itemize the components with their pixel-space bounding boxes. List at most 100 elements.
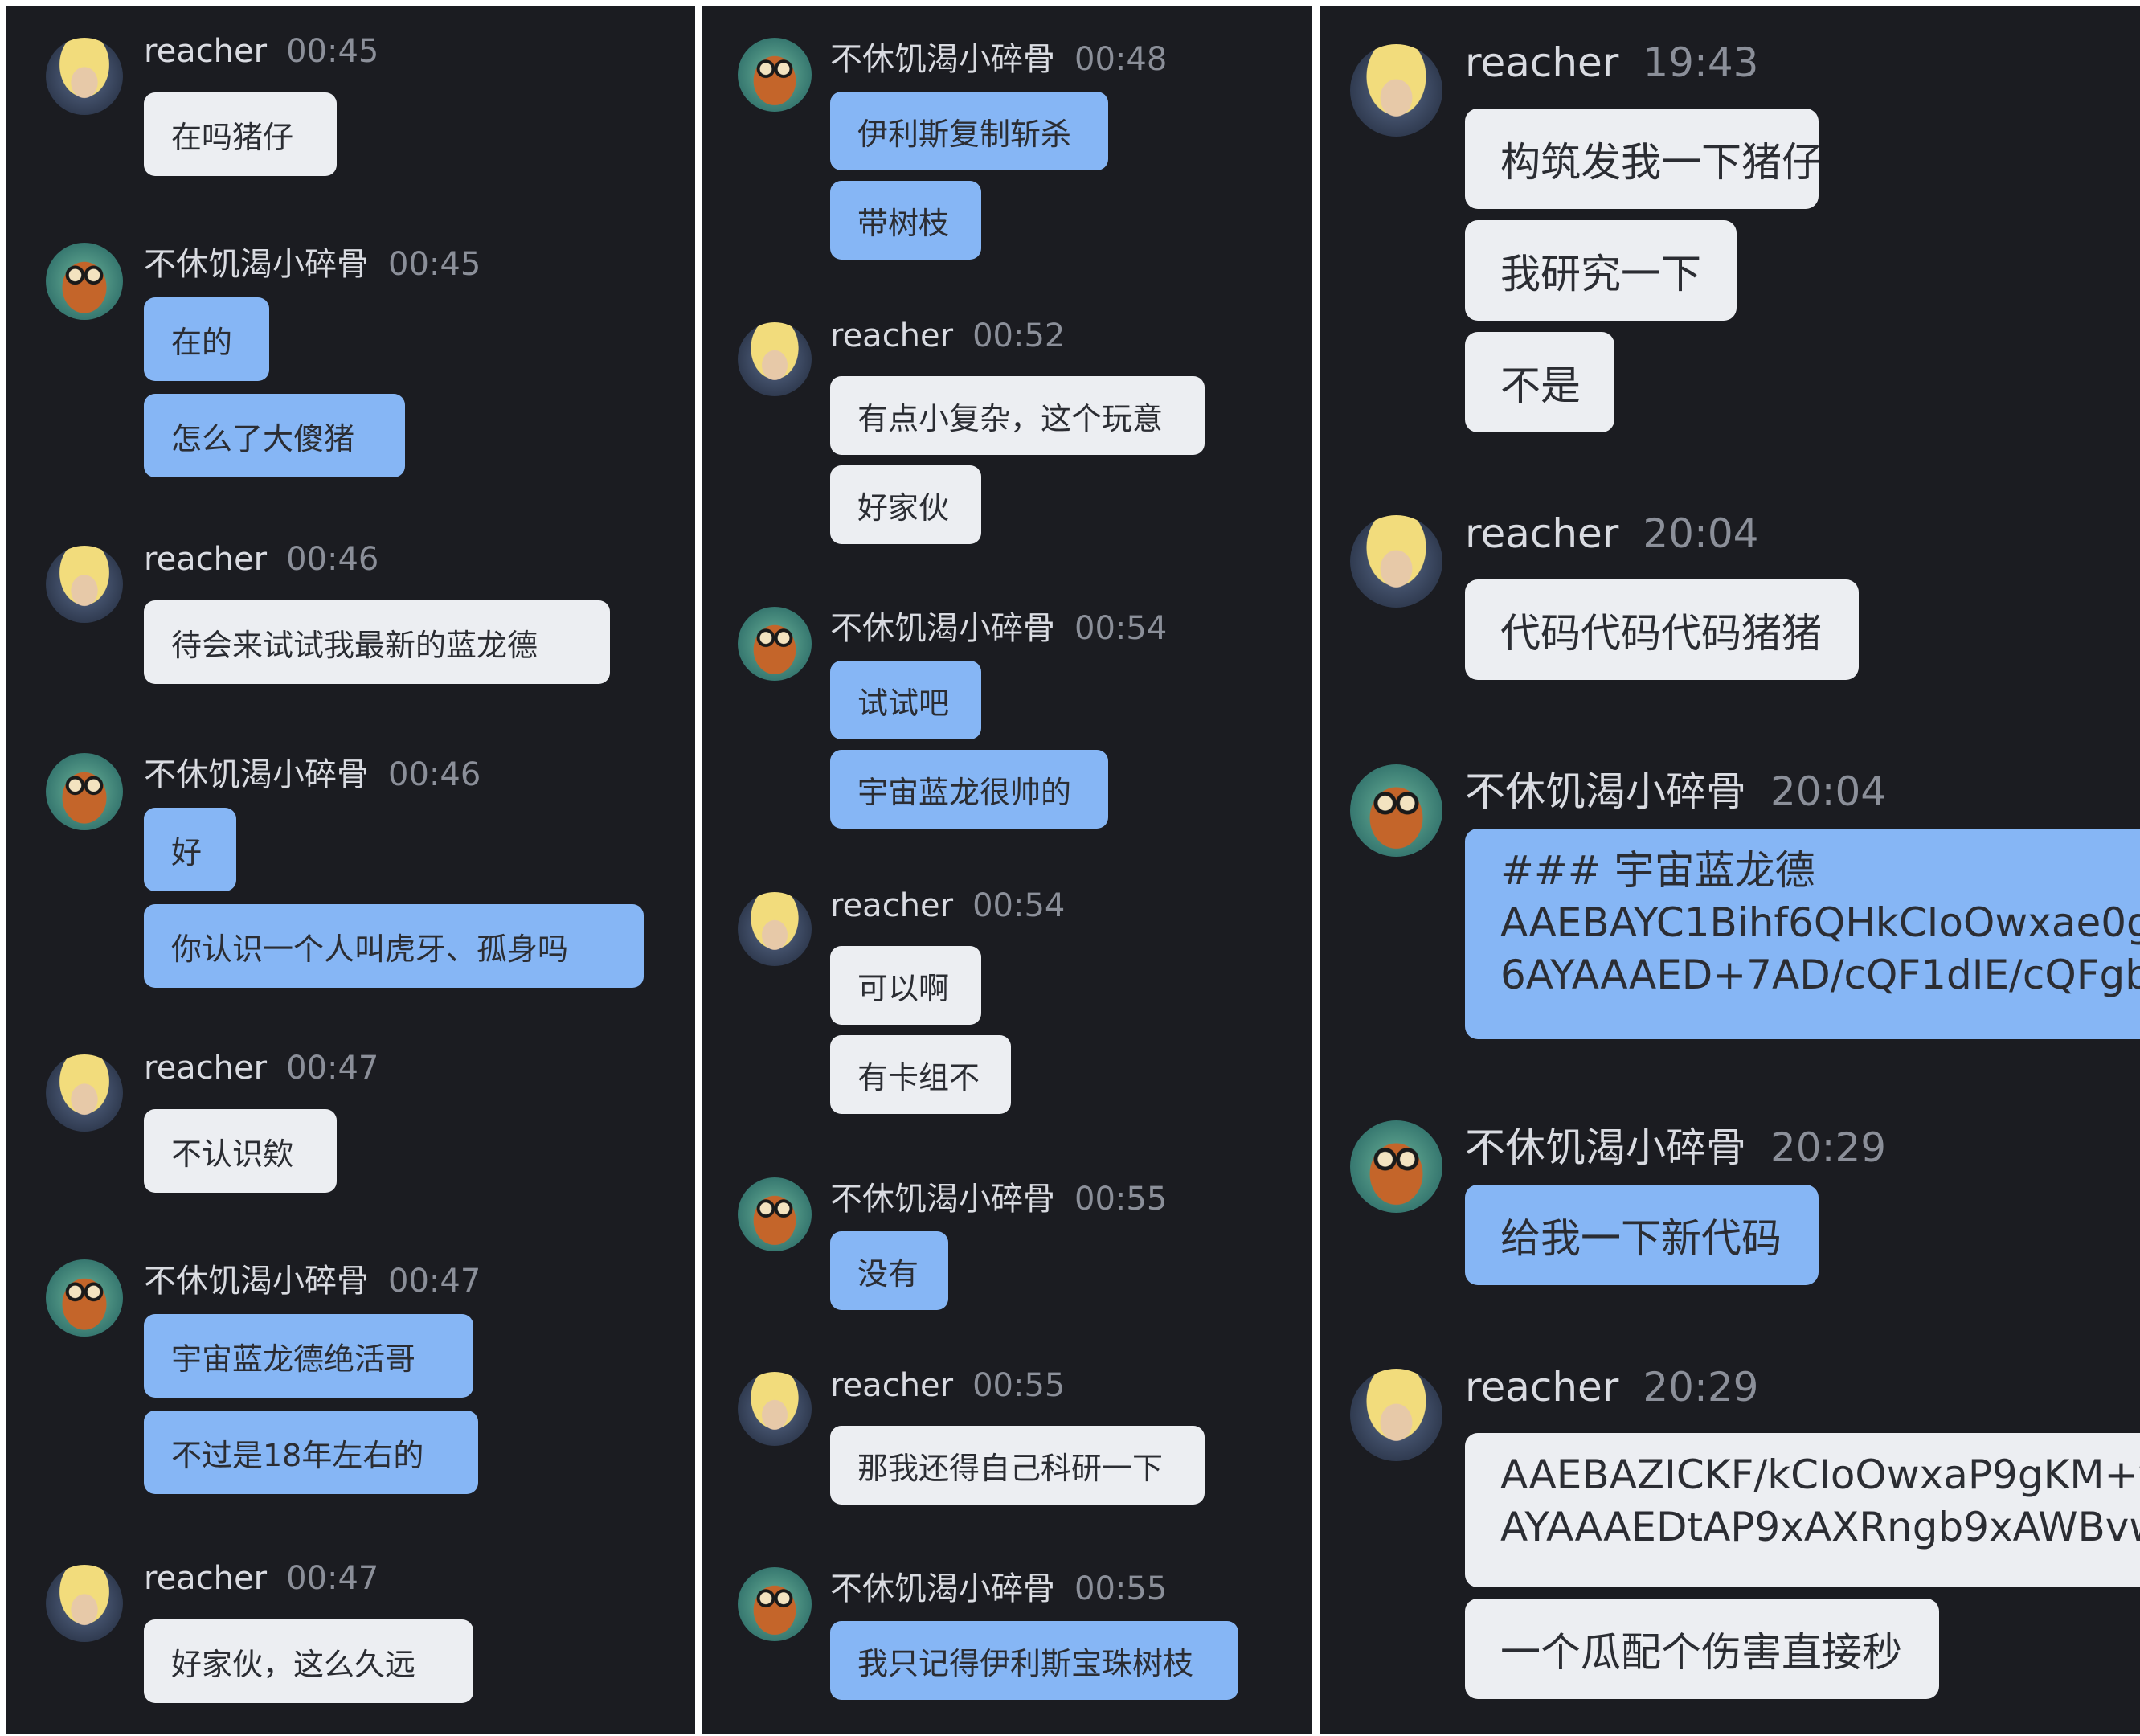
- message-bubble[interactable]: 怎么了大傻猪: [144, 394, 405, 477]
- avatar-reacher[interactable]: [738, 1372, 812, 1446]
- sender-name[interactable]: reacher: [144, 1050, 267, 1087]
- avatar-reacher[interactable]: [738, 322, 812, 396]
- sender-name[interactable]: reacher: [830, 887, 953, 924]
- message-bubble[interactable]: 给我一下新代码: [1465, 1185, 1819, 1285]
- sender-name[interactable]: reacher: [144, 541, 267, 578]
- timestamp: 00:48: [1074, 41, 1168, 78]
- avatar-owl[interactable]: [46, 753, 123, 830]
- message-bubble[interactable]: 宇宙蓝龙很帅的: [830, 750, 1108, 829]
- timestamp: 00:46: [286, 541, 379, 578]
- avatar-reacher[interactable]: [46, 38, 123, 115]
- message-bubble[interactable]: 试试吧: [830, 661, 981, 739]
- message-bubble[interactable]: 伊利斯复制斩杀: [830, 92, 1108, 170]
- sender-name[interactable]: 不休饥渴小碎骨: [830, 41, 1055, 78]
- message-bubble[interactable]: 可以啊: [830, 946, 981, 1025]
- timestamp: 00:45: [388, 246, 481, 283]
- timestamp: 00:46: [388, 756, 481, 793]
- message-header: 不休饥渴小碎骨 00:55: [830, 1173, 1167, 1219]
- sender-name[interactable]: reacher: [144, 1560, 267, 1597]
- avatar-owl[interactable]: [1350, 764, 1442, 857]
- message-header: reacher 00:54: [830, 887, 1065, 924]
- avatar-owl[interactable]: [738, 1567, 812, 1641]
- message-header: 不休饥渴小碎骨 00:47: [144, 1255, 481, 1301]
- message-bubble[interactable]: 带树枝: [830, 181, 981, 260]
- message-header: reacher 00:55: [830, 1367, 1065, 1404]
- timestamp: 20:29: [1643, 1364, 1759, 1410]
- avatar-reacher[interactable]: [1350, 44, 1442, 137]
- sender-name[interactable]: 不休饥渴小碎骨: [144, 1263, 369, 1300]
- timestamp: 00:52: [972, 317, 1066, 354]
- message-bubble[interactable]: 好家伙: [830, 465, 981, 544]
- message-header: reacher 00:47: [144, 1050, 378, 1087]
- message-header: 不休饥渴小碎骨 00:55: [830, 1562, 1167, 1609]
- sender-name[interactable]: reacher: [1465, 39, 1618, 86]
- sender-name[interactable]: 不休饥渴小碎骨: [830, 1570, 1055, 1607]
- avatar-owl[interactable]: [738, 1177, 812, 1251]
- sender-name[interactable]: reacher: [830, 1367, 953, 1404]
- sender-name[interactable]: reacher: [1465, 1364, 1618, 1410]
- chat-panel-middle: 不休饥渴小碎骨 00:48 伊利斯复制斩杀 带树枝 reacher 00:52 有点小复杂，…: [702, 6, 1312, 1734]
- avatar-reacher[interactable]: [46, 546, 123, 623]
- timestamp: 00:55: [1074, 1181, 1168, 1218]
- message-bubble[interactable]: 在的: [144, 297, 269, 381]
- message-bubble[interactable]: 好家伙，这么久远: [144, 1619, 473, 1703]
- message-bubble[interactable]: 构筑发我一下猪仔: [1465, 108, 1819, 209]
- message-header: reacher 00:47: [144, 1560, 378, 1597]
- avatar-reacher[interactable]: [46, 1565, 123, 1642]
- timestamp: 20:04: [1643, 510, 1759, 557]
- timestamp: 00:47: [286, 1560, 379, 1597]
- message-bubble[interactable]: 有卡组不: [830, 1035, 1011, 1114]
- message-bubble[interactable]: 我研究一下: [1465, 220, 1737, 321]
- sender-name[interactable]: 不休饥渴小碎骨: [144, 246, 369, 283]
- message-bubble[interactable]: 不认识欸: [144, 1109, 337, 1193]
- avatar-owl[interactable]: [46, 1259, 123, 1337]
- sender-name[interactable]: 不休饥渴小碎骨: [1465, 768, 1746, 815]
- avatar-reacher[interactable]: [1350, 1369, 1442, 1461]
- message-bubble[interactable]: 宇宙蓝龙德绝活哥: [144, 1314, 473, 1398]
- message-bubble[interactable]: 好: [144, 808, 236, 891]
- timestamp: 00:45: [286, 33, 379, 70]
- sender-name[interactable]: reacher: [830, 317, 953, 354]
- avatar-owl[interactable]: [738, 607, 812, 681]
- sender-name[interactable]: 不休饥渴小碎骨: [1465, 1124, 1746, 1171]
- message-bubble[interactable]: 在吗猪仔: [144, 92, 337, 176]
- message-bubble[interactable]: AAEBAZICKF/kCIoOwxaP9gKM+w AYAAAEDtAP9xA…: [1465, 1433, 2140, 1587]
- message-bubble[interactable]: 不过是18年左右的: [144, 1410, 478, 1494]
- message-bubble[interactable]: 那我还得自己科研一下: [830, 1426, 1205, 1505]
- avatar-reacher[interactable]: [1350, 515, 1442, 608]
- sender-name[interactable]: reacher: [1465, 510, 1618, 557]
- avatar-owl[interactable]: [1350, 1120, 1442, 1213]
- chat-panel-left: reacher 00:45 在吗猪仔不休饥渴小碎骨 00:45 在的怎么了大傻猪 reac…: [6, 6, 695, 1734]
- avatar-reacher[interactable]: [46, 1054, 123, 1132]
- message-bubble[interactable]: 你认识一个人叫虎牙、孤身吗: [144, 904, 644, 988]
- message-bubble[interactable]: 待会来试试我最新的蓝龙德: [144, 600, 610, 684]
- sender-name[interactable]: 不休饥渴小碎骨: [144, 756, 369, 793]
- message-bubble[interactable]: 没有: [830, 1231, 948, 1310]
- message-bubble[interactable]: 代码代码代码猪猪: [1465, 579, 1859, 680]
- sender-name[interactable]: reacher: [144, 33, 267, 70]
- sender-name[interactable]: 不休饥渴小碎骨: [830, 1181, 1055, 1218]
- chat-panel-right: reacher 19:43 构筑发我一下猪仔 我研究一下 不是 reacher 20:04 代…: [1320, 6, 2140, 1734]
- timestamp: 00:55: [1074, 1570, 1168, 1607]
- message-header: 不休饥渴小碎骨 00:45: [144, 238, 481, 285]
- message-header: reacher 20:04: [1465, 510, 1758, 557]
- message-header: 不休饥渴小碎骨 00:48: [830, 33, 1167, 80]
- message-header: reacher 20:29: [1465, 1364, 1758, 1410]
- message-header: reacher 00:46: [144, 541, 378, 578]
- message-bubble[interactable]: 有点小复杂，这个玩意: [830, 376, 1205, 455]
- avatar-owl[interactable]: [738, 38, 812, 112]
- message-bubble[interactable]: 一个瓜配个伤害直接秒: [1465, 1599, 1939, 1699]
- message-bubble[interactable]: 不是: [1465, 332, 1614, 432]
- timestamp: 00:55: [972, 1367, 1066, 1404]
- message-bubble[interactable]: 我只记得伊利斯宝珠树枝: [830, 1621, 1238, 1700]
- message-bubble[interactable]: ### 宇宙蓝龙德 AAEBAYC1Bihf6QHkCIoOwxae0gK 6A…: [1465, 829, 2140, 1039]
- sender-name[interactable]: 不休饥渴小碎骨: [830, 610, 1055, 647]
- timestamp: 00:54: [972, 887, 1066, 924]
- message-header: 不休饥渴小碎骨 20:29: [1465, 1116, 1886, 1173]
- avatar-owl[interactable]: [46, 243, 123, 320]
- timestamp: 20:04: [1770, 768, 1887, 815]
- timestamp: 00:47: [388, 1263, 481, 1300]
- timestamp: 00:54: [1074, 610, 1168, 647]
- avatar-reacher[interactable]: [738, 892, 812, 966]
- message-header: reacher 00:52: [830, 317, 1065, 354]
